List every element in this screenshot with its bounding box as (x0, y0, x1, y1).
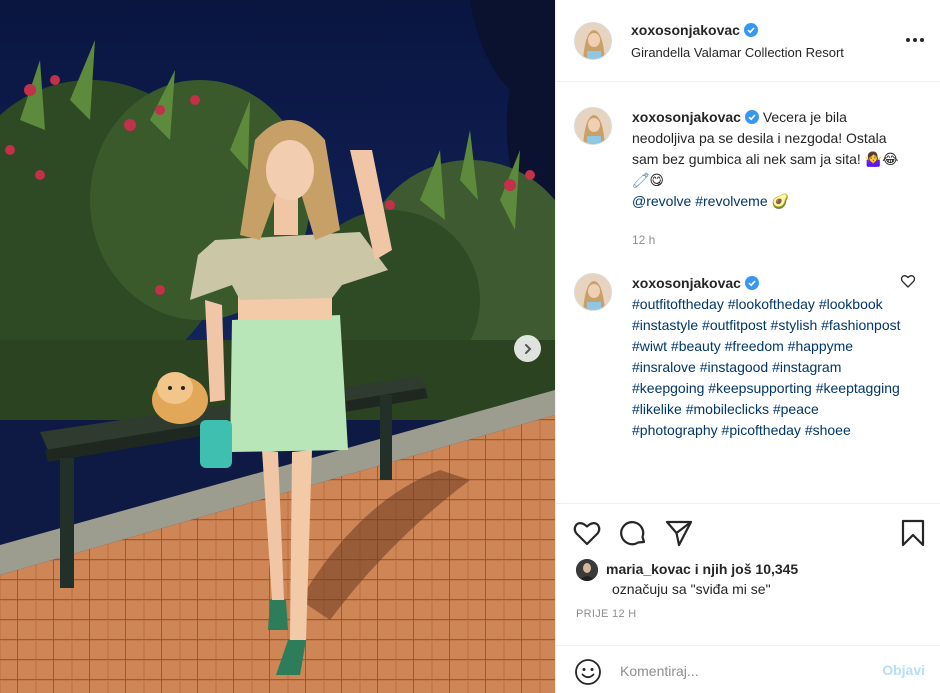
hashtag-comment-username[interactable]: xoxosonjakovac (632, 275, 741, 291)
hashtag-comment: xoxosonjakovac #outfitoftheday #lookofth… (574, 273, 924, 503)
hashtag-link[interactable]: #outfitpost (702, 317, 767, 333)
hashtag-link[interactable]: #instagood (700, 359, 769, 375)
likes-text-line2: označuju sa "sviđa mi se" (612, 581, 771, 597)
caption-username[interactable]: xoxosonjakovac (632, 109, 741, 125)
post-sidebar: xoxosonjakovac Girandella Valamar Collec… (555, 0, 940, 693)
hashtag-link[interactable]: #instagram (772, 359, 841, 375)
posted-time[interactable]: PRIJE 12 H (576, 608, 636, 620)
hashtag-link[interactable]: #instastyle (632, 317, 698, 333)
share-icon[interactable] (664, 518, 694, 548)
hashtag-link[interactable]: #insralove (632, 359, 696, 375)
hashtag-link[interactable]: #keepsupporting (708, 380, 812, 396)
caption-emoji: 🥑 (771, 193, 789, 209)
avatar-image (575, 108, 611, 144)
caption-comment: xoxosonjakovac Vecera je bila neodoljiva… (574, 107, 924, 247)
add-comment-bar: Objavi (556, 645, 940, 693)
caption-mention-link[interactable]: @revolve (632, 193, 691, 209)
hashtag-link[interactable]: #photography (632, 422, 718, 438)
post-photo[interactable] (0, 0, 555, 693)
hashtag-link[interactable]: #keeptagging (816, 380, 900, 396)
author-username-text[interactable]: xoxosonjakovac (631, 22, 740, 38)
comment-icon[interactable] (618, 518, 648, 548)
hashtag-link[interactable]: #wiwt (632, 338, 667, 354)
liker-username[interactable]: maria_kovac (606, 561, 691, 577)
post-header: xoxosonjakovac Girandella Valamar Collec… (556, 0, 940, 82)
hashtag-link[interactable]: #mobileclicks (686, 401, 769, 417)
verified-badge-icon (744, 276, 759, 290)
hashtag-link[interactable]: #beauty (671, 338, 721, 354)
more-options-icon[interactable] (905, 30, 925, 50)
post-actions: maria_kovac i njih još 10,345 označuju s… (556, 503, 940, 693)
hashtag-link[interactable]: #lookoftheday (728, 296, 815, 312)
comment-input[interactable] (620, 658, 860, 684)
hashtag-link[interactable]: #freedom (725, 338, 784, 354)
next-image-button[interactable] (514, 335, 541, 362)
caption-time[interactable]: 12 h (632, 233, 655, 247)
photo-illustration (0, 0, 555, 693)
author-username[interactable]: xoxosonjakovac (631, 22, 758, 38)
liker-avatar[interactable] (576, 559, 598, 581)
caption-hashtag-link[interactable]: #revolveme (695, 193, 767, 209)
emoji-icon[interactable] (574, 658, 602, 686)
hashtag-link[interactable]: #likelike (632, 401, 682, 417)
hashtag-link[interactable]: #outfitoftheday (632, 296, 724, 312)
likes-count-text[interactable]: i njih još 10,345 (691, 561, 799, 577)
heart-icon[interactable] (572, 518, 602, 548)
post-comment-button[interactable]: Objavi (882, 662, 925, 678)
hashtag-link[interactable]: #shoee (805, 422, 851, 438)
avatar-image (575, 23, 611, 59)
hashtag-link[interactable]: #peace (773, 401, 819, 417)
hashtag-comment-body: xoxosonjakovac #outfitoftheday #lookofth… (632, 273, 902, 441)
caption-avatar[interactable] (574, 107, 612, 145)
verified-badge-icon (743, 23, 758, 37)
avatar-image (576, 559, 598, 581)
chevron-right-icon (524, 343, 531, 354)
avatar-image (575, 274, 611, 310)
hashtag-comment-avatar[interactable] (574, 273, 612, 311)
hashtag-list: #outfitoftheday #lookoftheday #lookbook … (632, 294, 902, 441)
comment-like-heart-icon[interactable] (900, 273, 916, 289)
hashtag-link[interactable]: #happyme (788, 338, 853, 354)
hashtag-link[interactable]: #keepgoing (632, 380, 704, 396)
location-link[interactable]: Girandella Valamar Collection Resort (631, 45, 844, 60)
comments-list[interactable]: xoxosonjakovac Vecera je bila neodoljiva… (556, 83, 940, 503)
verified-badge-icon (744, 110, 759, 124)
likes-text: maria_kovac i njih još 10,345 (606, 561, 798, 577)
hashtag-link[interactable]: #fashionpost (821, 317, 900, 333)
bookmark-icon[interactable] (898, 518, 928, 548)
hashtag-link[interactable]: #lookbook (819, 296, 883, 312)
caption-text-block: xoxosonjakovac Vecera je bila neodoljiva… (632, 107, 902, 212)
author-avatar[interactable] (574, 22, 612, 60)
hashtag-link[interactable]: #picoftheday (722, 422, 801, 438)
hashtag-link[interactable]: #stylish (771, 317, 818, 333)
